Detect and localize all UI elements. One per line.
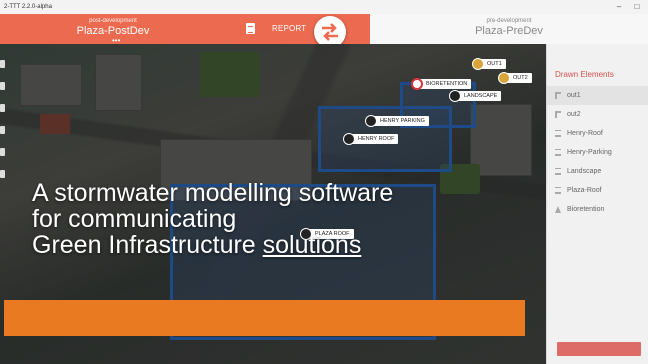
headline-line-1: A stormwater modelling software [32,179,394,207]
outlet-icon [555,92,561,99]
element-label: out1 [567,92,581,99]
element-label: Henry-Roof [567,130,603,137]
element-item-henry-roof[interactable]: Henry-Roof [547,124,648,143]
headline-line-3-start: Green Infrastructure [32,231,263,259]
map-tool-icon[interactable] [0,60,5,68]
map-tool-icon[interactable] [0,82,5,90]
landscape-icon [449,90,461,102]
outlet-icon [472,58,484,70]
report-button[interactable]: REPORT [272,24,306,33]
headline-line-2: for communicating [32,205,237,233]
drawn-elements-panel: Drawn Elements out1 out2 Henry-Roof Henr… [546,44,648,364]
report-bar: REPORT [226,14,370,48]
roof-icon [555,168,561,175]
element-item-plaza-roof[interactable]: Plaza-Roof [547,181,648,200]
roof-icon [343,133,355,145]
parking-icon [365,115,377,127]
bioretention-icon [411,78,423,90]
element-item-out2[interactable]: out2 [547,105,648,124]
element-label: Landscape [567,168,602,175]
window-title: 2-TTT 2.2.0-alpha [4,4,52,10]
element-item-landscape[interactable]: Landscape [547,162,648,181]
left-scenario-header[interactable]: post-development Plaza-PostDev ••• [0,14,226,45]
headline-line-3: Green Infrastructure solutions [32,232,532,258]
element-label: Plaza-Roof [567,187,602,194]
minimize-button[interactable]: – [612,0,626,14]
headline-underlined-word: solutions [262,231,362,259]
roof-icon [555,130,561,137]
element-label: Henry-Parking [567,149,612,156]
swap-arrows-icon [322,23,338,41]
map-tool-icon[interactable] [0,126,5,134]
panel-action-button[interactable] [557,342,641,356]
element-item-henry-parking[interactable]: Henry-Parking [547,143,648,162]
panel-heading: Drawn Elements [555,70,614,79]
element-label: out2 [567,111,581,118]
element-label: Bioretention [567,206,605,213]
right-scenario-header[interactable]: pre-development Plaza-PreDev [370,14,648,45]
map-toolbar [0,60,8,192]
element-item-out1[interactable]: out1 [547,86,648,105]
roof-icon [555,187,561,194]
marker-label: LANDSCAPE [457,91,502,101]
outlet-icon [555,111,561,118]
map-tool-icon[interactable] [0,148,5,156]
document-icon[interactable] [246,23,255,34]
right-scenario-subtitle: pre-development [486,18,532,24]
roof-icon [555,149,561,156]
window-titlebar: 2-TTT 2.2.0-alpha – □ [0,0,648,15]
marker-label: HENRY PARKING [373,116,429,126]
map-tool-icon[interactable] [0,170,5,178]
headline-text: A stormwater modelling software for comm… [32,180,532,258]
element-item-bioretention[interactable]: Bioretention [547,200,648,219]
orange-banner [4,300,525,336]
marker-label: BIORETENTION [419,79,472,89]
bioretention-icon [555,206,561,213]
restore-button[interactable]: □ [630,0,644,14]
map-tool-icon[interactable] [0,104,5,112]
right-scenario-name: Plaza-PreDev [475,25,543,37]
outlet-icon [498,72,510,84]
left-scenario-subtitle: post-development [89,18,137,24]
marker-label: HENRY ROOF [351,134,399,144]
